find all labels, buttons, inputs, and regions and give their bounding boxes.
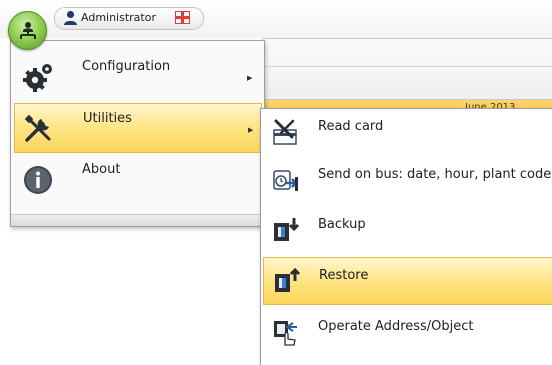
- menu-item-utilities[interactable]: Utilities ▶: [14, 103, 262, 153]
- info-icon: [24, 166, 52, 194]
- submenu-arrow-icon: ▶: [247, 74, 253, 82]
- uk-flag-icon[interactable]: [175, 11, 190, 24]
- submenu-item-send-on-bus[interactable]: Send on bus: date, hour, plant code: [263, 157, 552, 205]
- gears-icon: [23, 64, 52, 92]
- submenu-arrow-icon: ▶: [248, 126, 254, 134]
- menu-footer: [11, 214, 264, 226]
- ribbon-divider: [262, 66, 552, 67]
- operate-address-icon: [274, 321, 297, 346]
- application-orb-button[interactable]: [8, 11, 47, 50]
- restore-icon: [275, 267, 301, 292]
- submenu-item-operate-address[interactable]: Operate Address/Object: [263, 309, 552, 357]
- application-menu: Configuration ▶ Utilities ▶ About: [10, 40, 265, 227]
- menu-item-label: Configuration: [82, 59, 171, 74]
- submenu-item-label: Read card: [318, 119, 384, 134]
- menu-item-label: About: [82, 162, 121, 177]
- ribbon-background: [262, 38, 552, 100]
- network-people-icon: [20, 22, 36, 39]
- backup-icon: [274, 218, 300, 241]
- submenu-item-read-card[interactable]: Read card: [263, 109, 552, 157]
- submenu-item-label: Backup: [318, 217, 366, 232]
- submenu-item-backup[interactable]: Backup: [263, 207, 552, 255]
- menu-item-configuration[interactable]: Configuration ▶: [14, 52, 262, 102]
- submenu-item-label: Send on bus: date, hour, plant code: [318, 167, 552, 182]
- send-on-bus-icon: [273, 170, 298, 191]
- user-name: Administrator: [81, 11, 156, 24]
- user-icon: [64, 10, 77, 25]
- utilities-submenu: Read card Send on bus: date, hour, plant…: [260, 108, 552, 365]
- submenu-item-label: Operate Address/Object: [318, 319, 474, 334]
- submenu-item-label: Restore: [319, 268, 369, 283]
- menu-item-label: Utilities: [83, 111, 132, 126]
- menu-item-about[interactable]: About: [14, 155, 262, 205]
- tools-icon: [24, 114, 51, 142]
- read-card-icon: [273, 119, 297, 145]
- submenu-item-restore[interactable]: Restore: [263, 257, 552, 305]
